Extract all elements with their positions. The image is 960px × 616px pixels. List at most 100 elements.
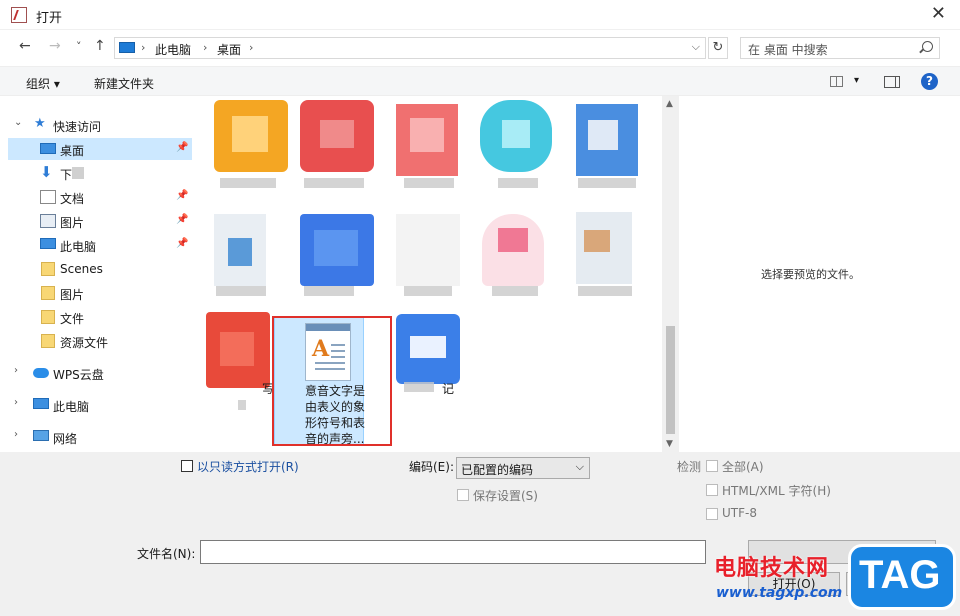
- file-item[interactable]: [396, 214, 460, 286]
- back-arrow-icon[interactable]: ←: [19, 38, 31, 54]
- folder-icon: [41, 262, 55, 276]
- sidebar-item-this-pc-quick[interactable]: 此电脑 📌: [0, 234, 192, 256]
- pin-icon[interactable]: 📌: [176, 214, 188, 225]
- breadcrumb-separator: ›: [203, 41, 208, 54]
- sidebar-item-pictures-folder[interactable]: 图片: [0, 282, 192, 304]
- encoding-value: 已配置的编码: [461, 463, 534, 477]
- computer-icon: [119, 42, 135, 53]
- expand-icon[interactable]: ›: [14, 365, 18, 376]
- pin-icon[interactable]: 📌: [176, 190, 188, 201]
- file-item[interactable]: [576, 104, 638, 176]
- sidebar-item-wps-cloud[interactable]: › WPS云盘: [0, 362, 192, 384]
- detect-all-label: 全部(A): [722, 460, 764, 474]
- organize-button[interactable]: 组织 ▾: [26, 75, 60, 92]
- up-arrow-icon[interactable]: ↑: [94, 38, 106, 54]
- expand-icon[interactable]: ⌄: [14, 117, 22, 128]
- vertical-scrollbar[interactable]: ▲ ▼: [662, 96, 679, 452]
- toolbar: 组织 ▾ 新建文件夹 ▾ ?: [0, 66, 960, 96]
- file-thumbnail: [584, 230, 610, 252]
- file-label-blurred: [492, 286, 538, 296]
- file-label-blurred: [404, 286, 452, 296]
- detect-html-label: HTML/XML 字符(H): [722, 484, 831, 498]
- file-item[interactable]: [300, 214, 374, 286]
- search-input[interactable]: 在 桌面 中搜索: [740, 37, 940, 59]
- sidebar-item-downloads[interactable]: ⬇ 下: [0, 162, 192, 184]
- watermark-url: www.tagxp.com: [716, 585, 843, 601]
- expand-icon[interactable]: ›: [14, 397, 18, 408]
- readonly-label[interactable]: 以只读方式打开(R): [197, 458, 299, 475]
- folder-icon: [41, 286, 55, 300]
- scroll-thumb[interactable]: [666, 326, 675, 434]
- highlight-frame: [272, 316, 392, 446]
- detect-all-checkbox[interactable]: [706, 460, 718, 472]
- recent-locations-icon[interactable]: ˅: [76, 40, 82, 53]
- file-label-blurred: [304, 178, 364, 188]
- sidebar-item-label: 文档: [60, 192, 85, 206]
- sidebar-item-resources[interactable]: 资源文件: [0, 330, 192, 352]
- sidebar-item-label: 桌面: [60, 144, 85, 158]
- picture-icon: [40, 214, 56, 228]
- desktop-icon: [40, 143, 56, 154]
- sidebar-item-label: WPS云盘: [53, 368, 104, 382]
- view-options-icon[interactable]: [830, 76, 843, 87]
- sidebar-item-documents[interactable]: 文档 📌: [0, 186, 192, 208]
- search-icon[interactable]: [922, 41, 933, 52]
- computer-icon: [40, 238, 56, 249]
- sidebar-item-desktop[interactable]: 桌面 📌: [8, 138, 192, 160]
- keep-settings-checkbox[interactable]: [457, 489, 469, 501]
- file-label-partial: 记: [442, 382, 455, 396]
- sidebar-item-label: 下: [60, 168, 73, 182]
- file-item[interactable]: [396, 104, 458, 176]
- file-item[interactable]: [482, 214, 544, 286]
- breadcrumb-this-pc[interactable]: 此电脑: [155, 41, 191, 58]
- view-dropdown-icon[interactable]: ▾: [854, 75, 859, 86]
- file-item[interactable]: [206, 312, 270, 388]
- preview-pane-icon[interactable]: [884, 76, 900, 88]
- sidebar-item-this-pc[interactable]: › 此电脑: [0, 394, 192, 416]
- file-item[interactable]: [214, 100, 288, 172]
- file-label-blurred: [220, 178, 276, 188]
- file-item[interactable]: [480, 100, 552, 172]
- pin-icon[interactable]: 📌: [176, 238, 188, 249]
- file-item[interactable]: [576, 212, 632, 284]
- expand-icon[interactable]: ›: [14, 429, 18, 440]
- new-folder-button[interactable]: 新建文件夹: [94, 75, 154, 92]
- encoding-select[interactable]: 已配置的编码 ⌵: [456, 457, 590, 479]
- detect-html-checkbox[interactable]: [706, 484, 718, 496]
- file-item[interactable]: [214, 214, 266, 286]
- file-thumbnail: [228, 238, 252, 266]
- sidebar-item-pictures[interactable]: 图片 📌: [0, 210, 192, 232]
- refresh-button[interactable]: ↻: [708, 37, 728, 59]
- file-list: 写 A 意音文字是由表义的象形符号和表音的声旁... 记: [192, 96, 662, 452]
- file-label-blurred: [304, 286, 354, 296]
- pin-icon[interactable]: 📌: [176, 142, 188, 153]
- file-thumbnail: [502, 120, 530, 148]
- sidebar-item-files[interactable]: 文件: [0, 306, 192, 328]
- sidebar-item-label: 网络: [53, 432, 78, 446]
- readonly-checkbox[interactable]: [181, 460, 193, 472]
- filename-label: 文件名(N):: [137, 547, 196, 561]
- computer-icon: [33, 398, 49, 409]
- breadcrumb-desktop[interactable]: 桌面: [217, 41, 241, 58]
- scroll-down-icon[interactable]: ▼: [666, 439, 673, 449]
- file-item[interactable]: [396, 314, 460, 384]
- chevron-down-icon[interactable]: ⌵: [692, 40, 700, 54]
- filename-input[interactable]: [200, 540, 706, 564]
- file-thumbnail: [232, 116, 268, 152]
- scroll-up-icon[interactable]: ▲: [666, 99, 673, 109]
- help-icon[interactable]: ?: [921, 73, 938, 90]
- sidebar-item-network[interactable]: › 网络: [0, 426, 192, 448]
- detect-utf8-checkbox[interactable]: [706, 508, 718, 520]
- sidebar-item-scenes[interactable]: Scenes: [0, 258, 192, 280]
- file-item[interactable]: [300, 100, 374, 172]
- cloud-icon: [33, 368, 49, 378]
- address-bar[interactable]: › 此电脑 › 桌面 › ⌵: [114, 37, 706, 59]
- sidebar-item-quick-access[interactable]: ⌄ ★ 快速访问: [0, 114, 192, 136]
- file-label-blurred: [238, 400, 246, 410]
- title-bar: 打开 ✕: [0, 0, 960, 30]
- keep-settings-label: 保存设置(S): [473, 489, 538, 503]
- forward-arrow-icon[interactable]: →: [49, 38, 61, 54]
- file-thumbnail: [588, 120, 618, 150]
- file-label-blurred: [578, 286, 632, 296]
- close-icon[interactable]: ✕: [931, 3, 946, 24]
